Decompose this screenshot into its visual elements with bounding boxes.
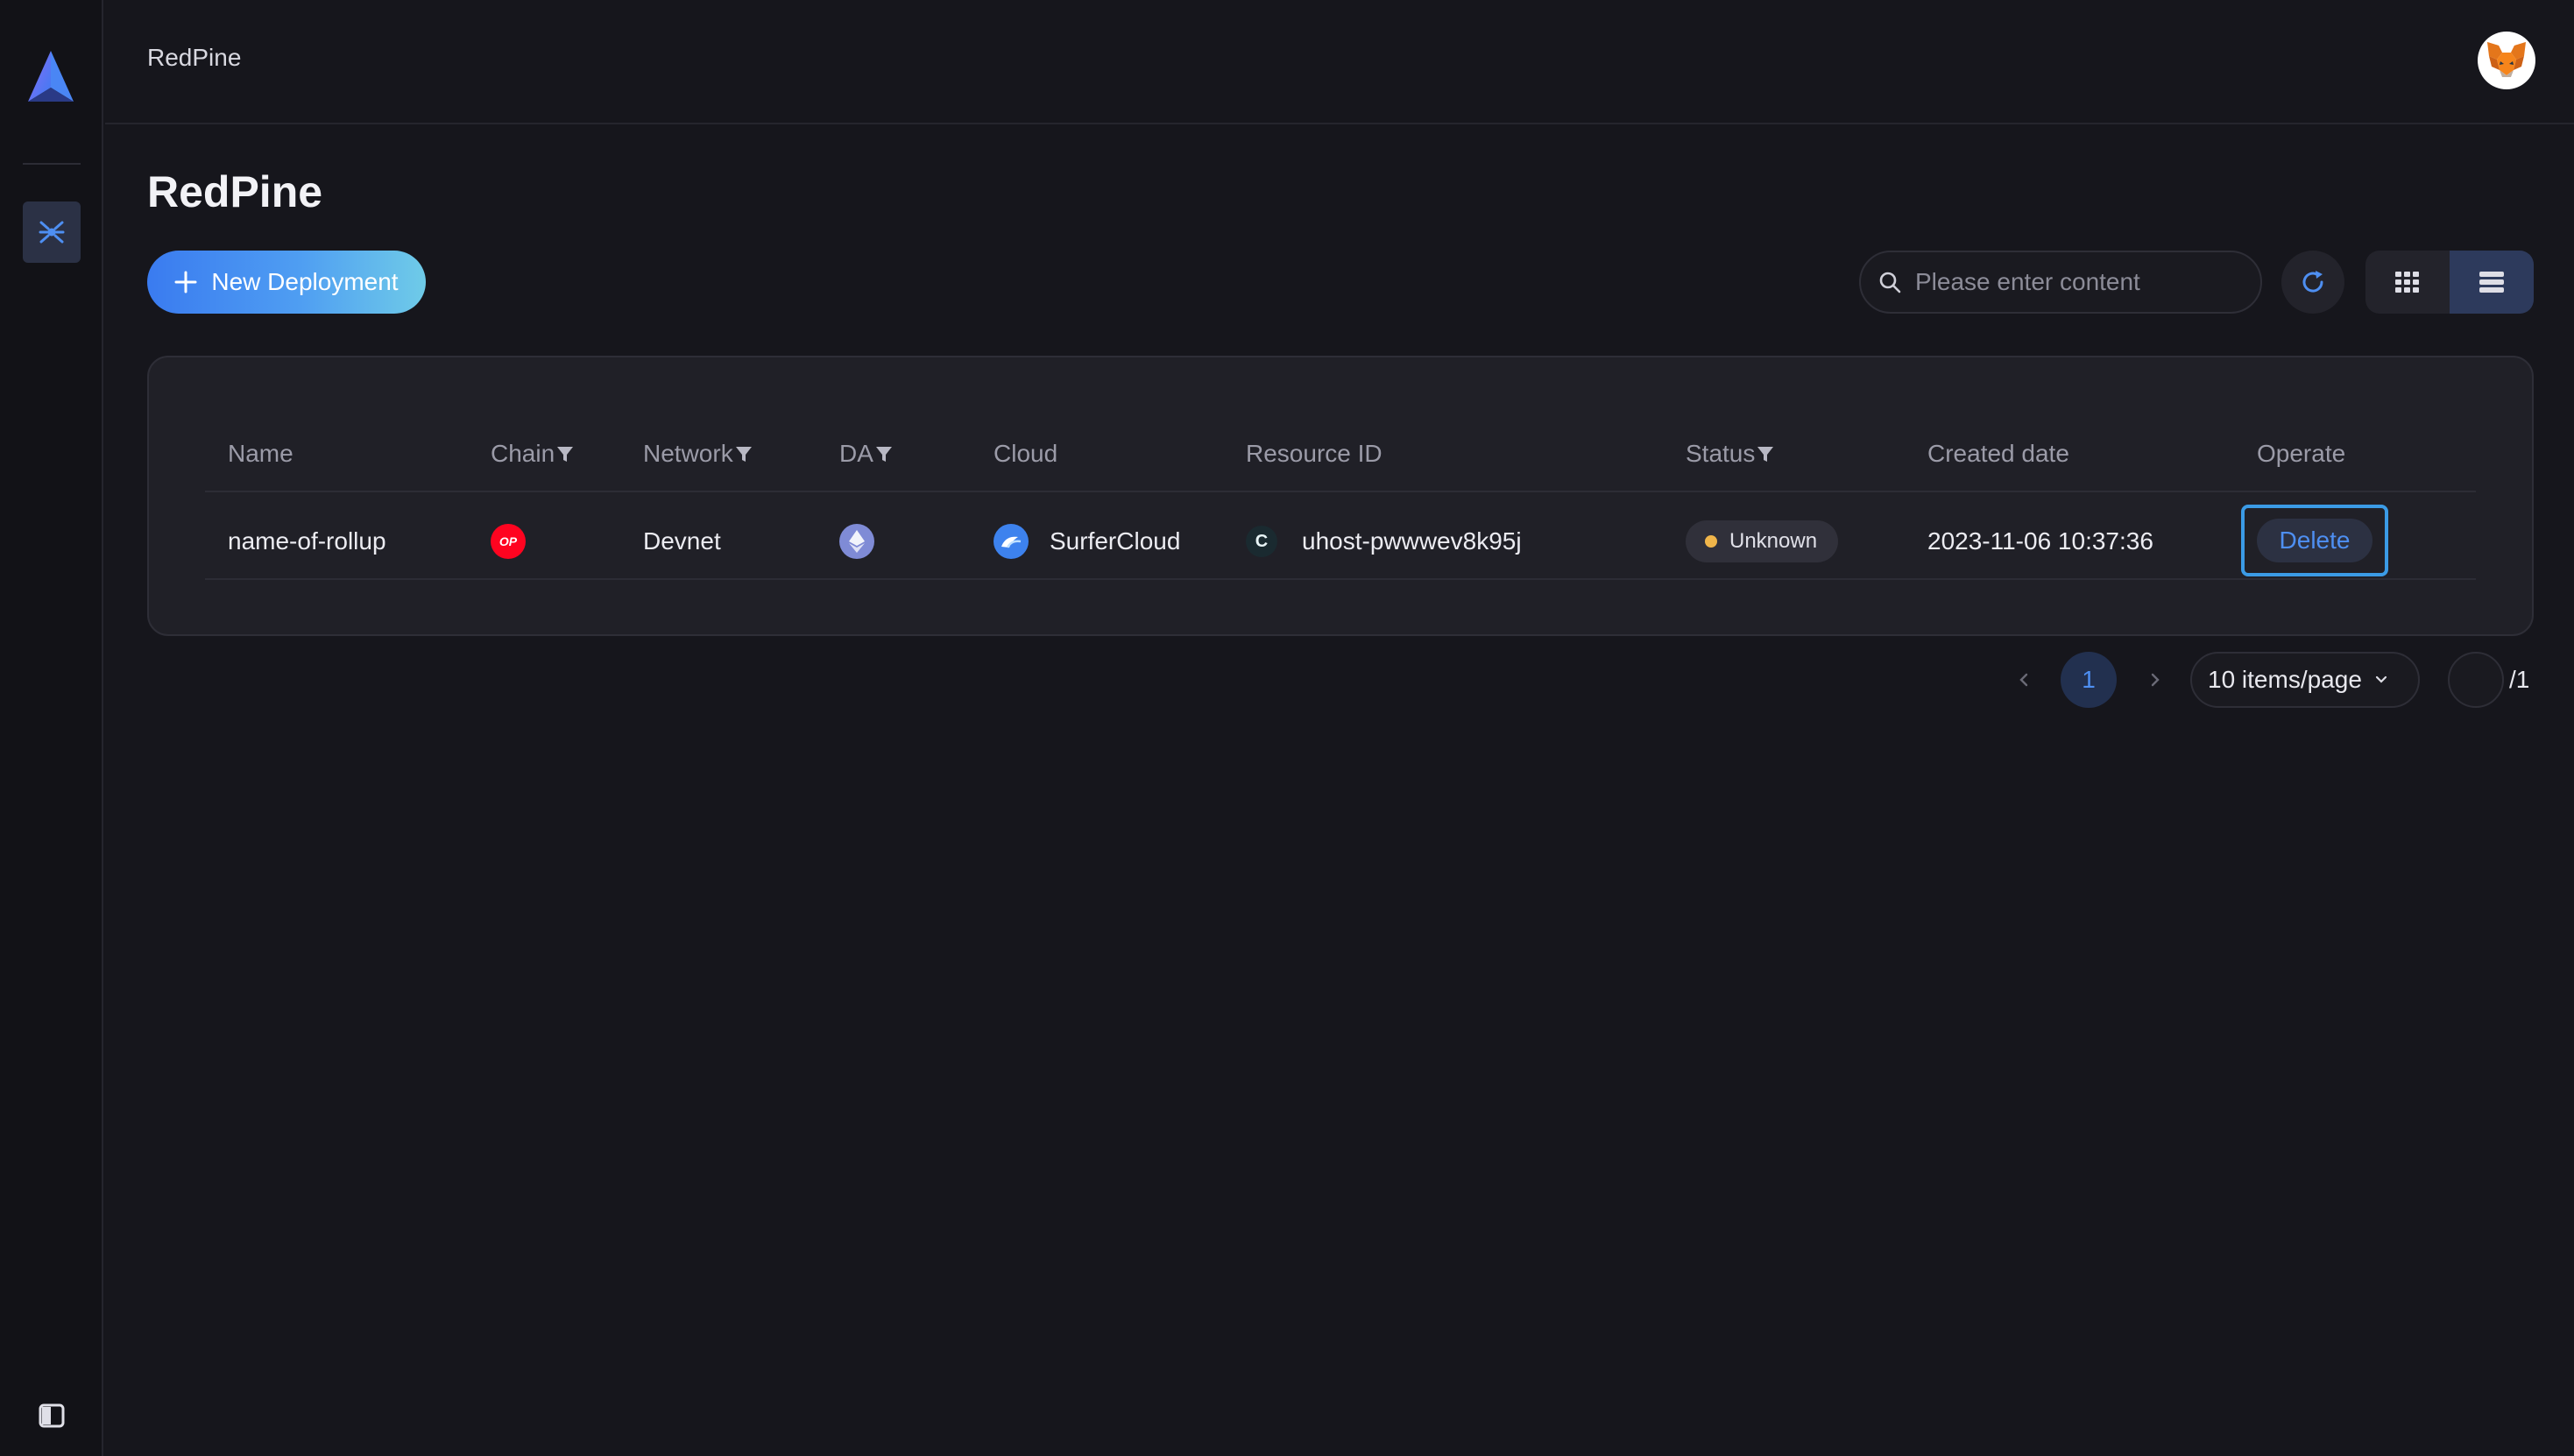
new-deployment-label: New Deployment	[211, 268, 399, 295]
cloud-name: SurferCloud	[1050, 527, 1181, 555]
status-label: Unknown	[1729, 529, 1818, 553]
plus-icon	[174, 271, 197, 293]
column-header-name: Name	[228, 440, 293, 467]
grid-view-button[interactable]	[2365, 251, 2450, 314]
resource-provider-icon: C	[1246, 526, 1277, 557]
topbar-title: RedPine	[147, 44, 242, 71]
optimism-op-icon: OP	[491, 524, 526, 559]
column-header-operate: Operate	[2257, 440, 2346, 467]
surfercloud-icon	[994, 524, 1029, 559]
sidebar	[0, 0, 103, 1456]
status-badge: Unknown	[1686, 520, 1839, 562]
cell-cloud: SurferCloud	[994, 520, 1180, 562]
list-view-button[interactable]	[2450, 251, 2534, 314]
metamask-fox-icon	[2487, 42, 2526, 77]
status-dot-icon	[1705, 535, 1717, 548]
column-header-status[interactable]: Status	[1686, 440, 1774, 468]
cell-operate: Delete	[2241, 505, 2388, 576]
column-header-network[interactable]: Network	[643, 440, 753, 468]
column-header-cloud: Cloud	[994, 440, 1058, 467]
refresh-icon	[2302, 271, 2323, 293]
app-logo-icon[interactable]	[26, 49, 75, 103]
column-header-created-date: Created date	[1927, 440, 2069, 467]
filter-icon[interactable]	[1757, 444, 1774, 463]
view-mode-toggle	[2365, 251, 2534, 314]
filter-icon[interactable]	[875, 444, 893, 463]
pagination-next-icon[interactable]	[2141, 666, 2169, 694]
top-bar: RedPine	[105, 0, 2574, 124]
column-header-da[interactable]: DA	[839, 440, 893, 468]
table-divider	[205, 578, 2476, 580]
sidebar-divider	[23, 163, 81, 165]
refresh-button[interactable]	[2281, 251, 2344, 314]
grid-icon	[2395, 272, 2419, 293]
filter-icon[interactable]	[735, 444, 753, 463]
cell-created-date: 2023-11-06 10:37:36	[1927, 527, 2153, 555]
sidebar-item-deployments[interactable]	[23, 201, 81, 263]
cell-name: name-of-rollup	[228, 527, 386, 555]
chevron-down-icon	[2375, 675, 2387, 683]
column-header-chain[interactable]: Chain	[491, 440, 574, 468]
new-deployment-button[interactable]: New Deployment	[147, 251, 426, 314]
list-icon	[2479, 272, 2504, 293]
pagination-page-current[interactable]: 1	[2061, 652, 2117, 708]
pagination-prev-icon[interactable]	[2010, 666, 2038, 694]
cell-status: Unknown	[1686, 520, 1839, 562]
column-header-resource-id: Resource ID	[1246, 440, 1382, 467]
delete-button[interactable]: Delete	[2256, 519, 2373, 562]
ethereum-icon	[839, 524, 874, 559]
page-size-select[interactable]: 10 items/page	[2190, 652, 2420, 708]
deployments-table: Name Chain Network DA Cloud Resource ID …	[147, 356, 2534, 636]
filter-icon[interactable]	[556, 444, 574, 463]
cell-network: Devnet	[643, 527, 721, 555]
network-icon	[39, 221, 65, 244]
page-title: RedPine	[147, 167, 323, 216]
cell-da	[839, 520, 874, 562]
cell-chain: OP	[491, 520, 526, 562]
search-box[interactable]	[1859, 251, 2262, 314]
pagination-total: /1	[2509, 666, 2530, 693]
search-icon	[1879, 272, 1901, 293]
avatar[interactable]	[2478, 32, 2535, 89]
sidebar-collapse-icon[interactable]	[39, 1403, 65, 1428]
resource-id-text: uhost-pwwwev8k95j	[1302, 527, 1522, 555]
page-jump-input[interactable]	[2448, 652, 2504, 708]
search-input[interactable]	[1915, 268, 2248, 296]
page-size-label: 10 items/page	[2208, 666, 2362, 693]
cell-resource-id: C uhost-pwwwev8k95j	[1246, 520, 1522, 562]
table-divider	[205, 491, 2476, 492]
